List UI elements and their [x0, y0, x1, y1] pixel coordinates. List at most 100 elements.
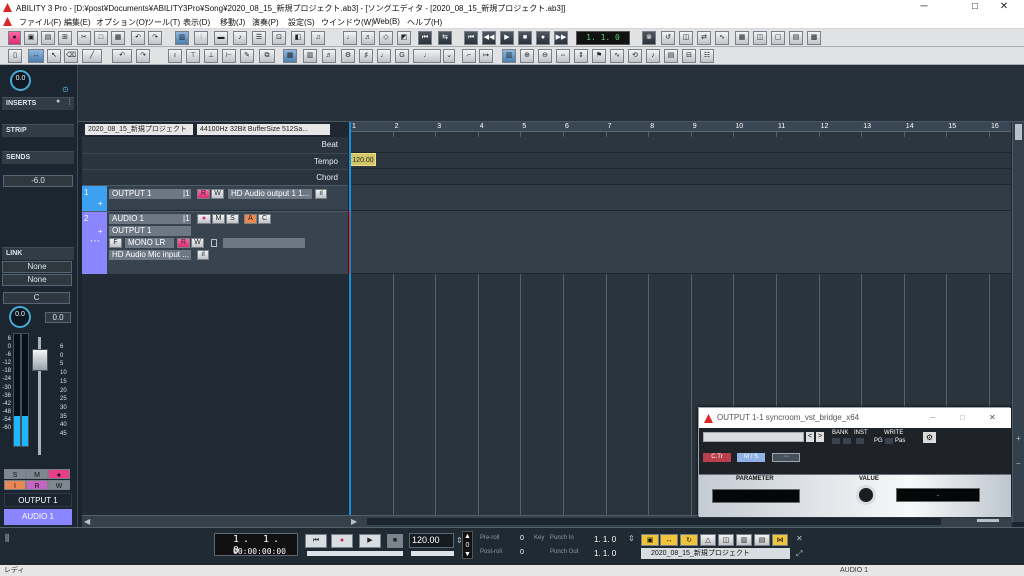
- track-audio-write-button[interactable]: W: [191, 238, 204, 248]
- panel-icon[interactable]: ▤: [789, 31, 803, 45]
- play-icon[interactable]: ▶: [500, 31, 514, 45]
- split-icon[interactable]: ⊤: [186, 49, 200, 63]
- project-name-field[interactable]: 2020_08_15_新規プロジェクト: [85, 124, 193, 135]
- strip-label[interactable]: STRIP: [2, 124, 74, 137]
- plugin-title-bar[interactable]: OUTPUT 1-1 syncroom_vst_bridge_x64 ─ □ ✕: [699, 408, 1011, 428]
- track-audio-plus-icon[interactable]: +: [98, 227, 103, 236]
- scroll-zoom-plus-icon[interactable]: +: [1016, 434, 1021, 443]
- piano-roll-icon[interactable]: ▬: [214, 31, 228, 45]
- tempo-editor-icon[interactable]: ◧: [291, 31, 305, 45]
- save-icon[interactable]: ▤: [41, 31, 55, 45]
- preroll-value[interactable]: 0: [520, 535, 524, 542]
- rewind-start-icon[interactable]: ⏮: [418, 31, 432, 45]
- mixer-icon[interactable]: ⫶: [194, 31, 208, 45]
- transport-position-slider[interactable]: [307, 551, 403, 556]
- scroll-left-icon[interactable]: ◀: [84, 517, 90, 526]
- menu-file[interactable]: ファイル(F): [19, 17, 61, 28]
- go-start-icon[interactable]: ⏮: [464, 31, 478, 45]
- metronome-icon[interactable]: ⊗: [642, 31, 656, 45]
- gain-icon[interactable]: G: [395, 49, 409, 63]
- browser-icon[interactable]: ◇: [379, 31, 393, 45]
- tempo-event[interactable]: 120.00: [350, 153, 376, 166]
- mixer-view-icon[interactable]: ▥: [303, 49, 317, 63]
- quantize-icon[interactable]: ı: [168, 49, 182, 63]
- score-icon[interactable]: ♪: [233, 31, 247, 45]
- audio-edit-icon[interactable]: ♩: [343, 31, 357, 45]
- video-button[interactable]: ▥: [736, 534, 752, 546]
- undo-history-icon[interactable]: ↶: [131, 31, 145, 45]
- sync-icon[interactable]: ⇄: [697, 31, 711, 45]
- menu-move[interactable]: 移動(J): [220, 17, 245, 28]
- tool-arrow-icon[interactable]: ↖: [47, 49, 61, 63]
- horizontal-scroll-track[interactable]: [367, 518, 941, 525]
- link-label[interactable]: LINK: [2, 247, 74, 260]
- track-audio-output[interactable]: OUTPUT 1: [109, 226, 191, 236]
- read-button[interactable]: R: [26, 480, 48, 490]
- tempo-slider[interactable]: [411, 551, 454, 556]
- punch-spinner-icon[interactable]: ⇕: [628, 534, 635, 543]
- menu-edit[interactable]: 編集(E): [64, 17, 91, 28]
- tool-pencil-icon[interactable]: ▯: [8, 49, 22, 63]
- merge-icon[interactable]: ⊥: [204, 49, 218, 63]
- gain-knob[interactable]: 0.0: [10, 70, 31, 91]
- timeline-tempo-row[interactable]: [349, 153, 1011, 169]
- new-file-icon[interactable]: ●: [8, 31, 21, 45]
- expand-icon[interactable]: ⤢: [796, 549, 802, 559]
- view-options-icon[interactable]: ▤: [664, 49, 678, 63]
- parameter-display[interactable]: [712, 489, 800, 503]
- transport-project-name[interactable]: 2020_08_15_新規プロジェクト: [641, 548, 790, 559]
- plugin-icon[interactable]: ♬: [361, 31, 375, 45]
- transport-tempo[interactable]: 120.00: [409, 533, 454, 548]
- zoom-in-icon[interactable]: ⊕: [520, 49, 534, 63]
- menu-tools[interactable]: ツール(T): [146, 17, 180, 28]
- track-audio-mute-button[interactable]: M: [212, 214, 225, 224]
- menu-window[interactable]: ウインドウ(W): [321, 17, 374, 28]
- link-none-primary[interactable]: None: [2, 261, 72, 273]
- note-value-icon[interactable]: ♩: [413, 49, 441, 63]
- plugin-minimize-icon[interactable]: ─: [930, 408, 936, 428]
- scroll-icon[interactable]: ↦: [479, 49, 493, 63]
- plugin-close-icon[interactable]: ✕: [989, 408, 996, 428]
- track-output-write-button[interactable]: W: [211, 189, 224, 199]
- marker-list-button[interactable]: ▤: [754, 534, 770, 546]
- sends-label[interactable]: SENDS: [2, 151, 74, 164]
- loop-range-button[interactable]: ↔: [660, 534, 678, 546]
- midi-icon[interactable]: ∿: [715, 31, 729, 45]
- timeline-output-track[interactable]: [349, 185, 1011, 211]
- pan-knob[interactable]: 0.0: [9, 306, 31, 328]
- paste-icon[interactable]: ▦: [111, 31, 125, 45]
- track-audio-solo-button[interactable]: S: [226, 214, 239, 224]
- inst-toggle[interactable]: [856, 438, 864, 444]
- ruler-icon[interactable]: ⊟: [682, 49, 696, 63]
- view-icon[interactable]: ◩: [397, 31, 411, 45]
- vertical-scroll-thumb[interactable]: [1015, 124, 1022, 140]
- vertical-zoom-icon[interactable]: ⇕: [574, 49, 588, 63]
- plugin-settings-icon[interactable]: ⚙: [923, 432, 936, 443]
- loop-icon[interactable]: ⇆: [438, 31, 452, 45]
- insert-menu-icon[interactable]: ⋮: [66, 98, 73, 106]
- track-list-icon[interactable]: ☷: [700, 49, 714, 63]
- track-output-read-button[interactable]: R: [197, 189, 210, 199]
- plugin-ctr-button[interactable]: C.Tr: [703, 453, 731, 462]
- zoom-slider-track[interactable]: [977, 519, 999, 522]
- write-toggle[interactable]: [885, 438, 893, 444]
- playhead[interactable]: [349, 122, 351, 522]
- inserts-label[interactable]: INSERTS: [2, 97, 74, 110]
- timeline-audio-track[interactable]: [349, 211, 1011, 274]
- plugin-preset-field[interactable]: [703, 432, 804, 442]
- automation-icon[interactable]: ∿: [610, 49, 624, 63]
- fit-icon[interactable]: ⇔: [556, 49, 570, 63]
- print-icon[interactable]: ⊞: [58, 31, 72, 45]
- plugin-maximize-icon[interactable]: □: [960, 408, 965, 428]
- write-button[interactable]: W: [48, 480, 70, 490]
- preset-next-icon[interactable]: >: [816, 432, 824, 442]
- minimize-button[interactable]: ─: [910, 0, 938, 15]
- punch-icon[interactable]: ↺: [661, 31, 675, 45]
- click-metronome-button[interactable]: △: [700, 534, 716, 546]
- track-output-plus-icon[interactable]: +: [98, 199, 103, 208]
- loop-region-icon[interactable]: ⟲: [628, 49, 642, 63]
- input-button[interactable]: I: [4, 480, 26, 490]
- undo-icon[interactable]: ↶: [112, 49, 132, 63]
- midi-monitor-button[interactable]: ◫: [718, 534, 734, 546]
- track-audio-header[interactable]: 2 ⋯ + AUDIO 1 |1 ● M S A C OUTPUT 1 F MO…: [82, 211, 348, 275]
